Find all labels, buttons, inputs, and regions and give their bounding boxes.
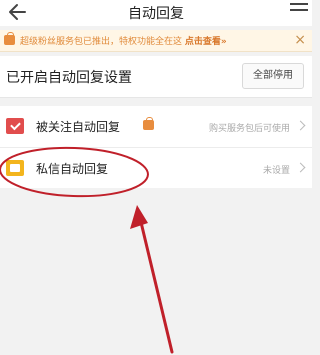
- annotation-arrow-shaft: [138, 216, 174, 354]
- annotation-arrow-head: [130, 205, 148, 229]
- annotation-overlay: [0, 146, 174, 354]
- annotation-circle: [0, 146, 149, 198]
